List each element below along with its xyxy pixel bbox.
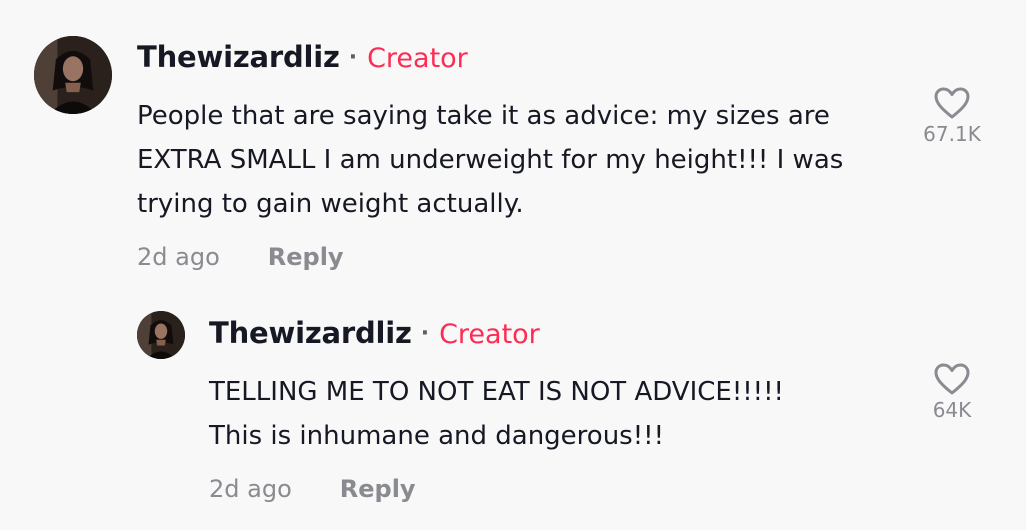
comment-header: Thewizardliz · Creator [137,40,468,74]
timestamp: 2d ago [137,243,220,271]
profile-photo [137,311,185,359]
avatar[interactable] [34,36,112,114]
like-count: 67.1K [923,122,981,146]
creator-badge: Creator [367,43,468,74]
profile-photo [34,36,112,114]
comment-text-line: EXTRA SMALL I am underweight for my heig… [137,145,844,175]
heart-outline-icon[interactable] [933,362,971,396]
timestamp: 2d ago [209,475,292,503]
heart-outline-icon[interactable] [933,86,971,120]
comment-text: People that are saying take it as advice… [137,94,843,226]
comment-text-line: People that are saying take it as advice… [137,101,830,131]
comment-text-line: trying to gain weight actually. [137,189,524,219]
reply-meta: 2d ago Reply [209,475,416,503]
reply-text-line: TELLING ME TO NOT EAT IS NOT ADVICE!!!!! [209,377,784,407]
reply-header: Thewizardliz · Creator [209,316,540,350]
creator-badge: Creator [439,319,540,350]
separator-dot: · [420,321,430,346]
like-count: 64K [932,398,972,422]
comment-meta: 2d ago Reply [137,243,344,271]
reply-text-line: This is inhumane and dangerous!!! [209,421,664,451]
comments-panel: Thewizardliz · Creator People that are s… [0,0,1026,530]
reply-avatar[interactable] [137,311,185,359]
reply-text: TELLING ME TO NOT EAT IS NOT ADVICE!!!!!… [209,370,784,458]
separator-dot: · [348,45,358,70]
like-group: 67.1K [918,86,986,146]
reply-button[interactable]: Reply [340,475,416,503]
username[interactable]: Thewizardliz [209,316,412,350]
reply-button[interactable]: Reply [268,243,344,271]
like-group: 64K [918,362,986,422]
username[interactable]: Thewizardliz [137,40,340,74]
